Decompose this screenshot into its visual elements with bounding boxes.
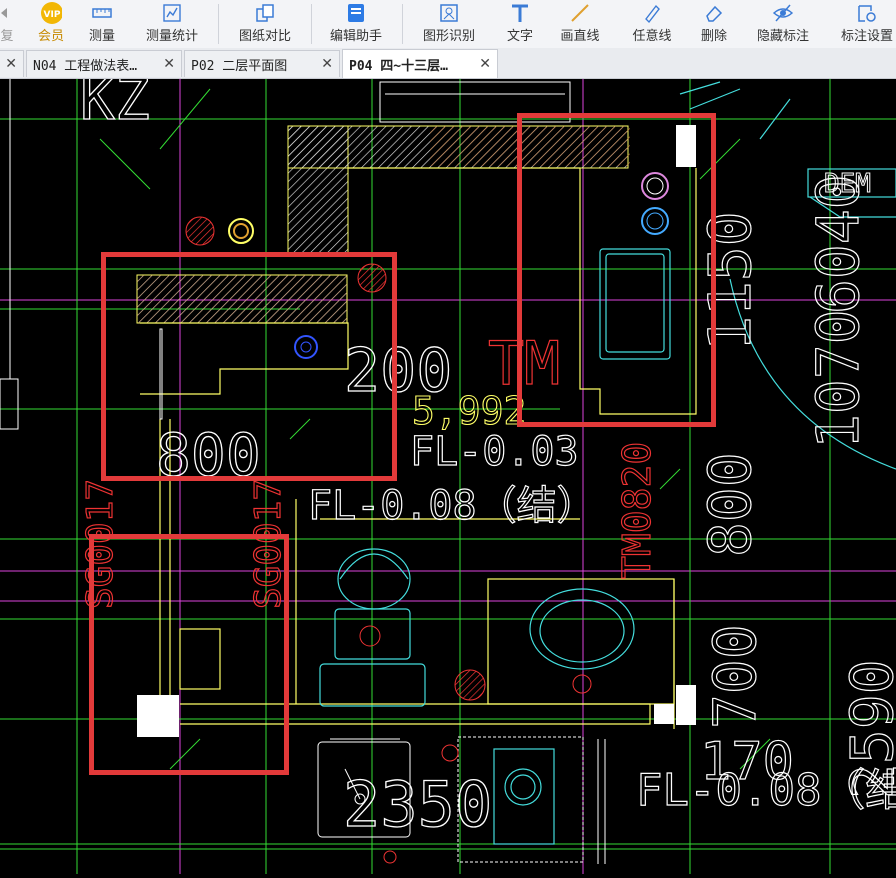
undo-icon	[0, 2, 18, 24]
measure-stats-icon	[161, 2, 183, 24]
measure-stats-button[interactable]: 测量统计	[141, 0, 203, 48]
svg-text:KZ: KZ	[80, 79, 150, 133]
svg-text:VIP: VIP	[44, 10, 61, 20]
drawing-tab[interactable]: N04 工程做法表… ✕	[26, 50, 182, 77]
close-icon[interactable]: ✕	[479, 56, 491, 72]
hide-annotation-button[interactable]: 隐藏标注	[752, 0, 814, 48]
text-tool-button[interactable]: 文字	[502, 0, 538, 48]
edit-assistant-button[interactable]: 编辑助手	[325, 0, 387, 48]
drawing-tab-active[interactable]: P04 四~十三层… ✕	[342, 49, 498, 78]
ruler-icon	[91, 2, 113, 24]
measure-button[interactable]: 测量	[84, 0, 120, 48]
edit-assistant-icon	[345, 2, 367, 24]
undo-button[interactable]: 复	[0, 0, 20, 48]
annotation-settings-button[interactable]: 标注设置	[836, 0, 896, 48]
text-tool-icon	[509, 2, 531, 24]
svg-text:TM0820: TM0820	[615, 442, 659, 579]
shape-recognition-icon	[438, 2, 460, 24]
highlight-box	[101, 252, 397, 481]
annotation-settings-icon	[856, 2, 878, 24]
svg-text:800: 800	[696, 452, 764, 557]
drawing-tab-bar: ✕ N04 工程做法表… ✕ P02 二层平面图 ✕ P04 四~十三层… ✕	[0, 48, 896, 79]
line-tool-icon	[569, 2, 591, 24]
svg-text:FL-0.08（结）: FL-0.08（结）	[308, 483, 597, 529]
svg-text:700: 700	[701, 624, 769, 729]
toolbar: 复 VIP 会员 测量 测量统计 图纸对比 编辑助手 图形识别 文字 画直线 任…	[0, 0, 896, 49]
vip-member-button[interactable]: VIP 会员	[33, 0, 69, 48]
cad-drawing-canvas[interactable]: KZ 200 800 FL-0.03 FL-0.08（结） 5,992 TM T…	[0, 64, 896, 874]
shape-recognition-button[interactable]: 图形识别	[418, 0, 480, 48]
delete-button[interactable]: 删除	[696, 0, 732, 48]
svg-text:2590: 2590	[838, 659, 896, 799]
compare-icon	[254, 2, 276, 24]
highlight-box	[517, 113, 716, 427]
drawing-tab[interactable]: P02 二层平面图 ✕	[184, 50, 340, 77]
svg-text:DEM: DEM	[824, 169, 871, 199]
freehand-line-button[interactable]: 任意线	[628, 0, 676, 48]
draw-line-button[interactable]: 画直线	[556, 0, 604, 48]
highlight-box	[89, 534, 289, 775]
drawing-tab[interactable]: ✕	[0, 50, 24, 77]
vip-badge-icon: VIP	[40, 2, 62, 24]
freehand-pen-icon	[641, 2, 663, 24]
svg-text:FL-0.03: FL-0.03	[410, 429, 579, 475]
close-icon[interactable]: ✕	[163, 56, 175, 72]
eraser-icon	[703, 2, 725, 24]
drawing-compare-button[interactable]: 图纸对比	[234, 0, 296, 48]
eye-hide-icon	[772, 2, 794, 24]
close-icon[interactable]: ✕	[5, 56, 17, 72]
svg-text:2350: 2350	[343, 768, 492, 841]
close-icon[interactable]: ✕	[321, 56, 333, 72]
svg-text:1070: 1070	[804, 309, 872, 449]
